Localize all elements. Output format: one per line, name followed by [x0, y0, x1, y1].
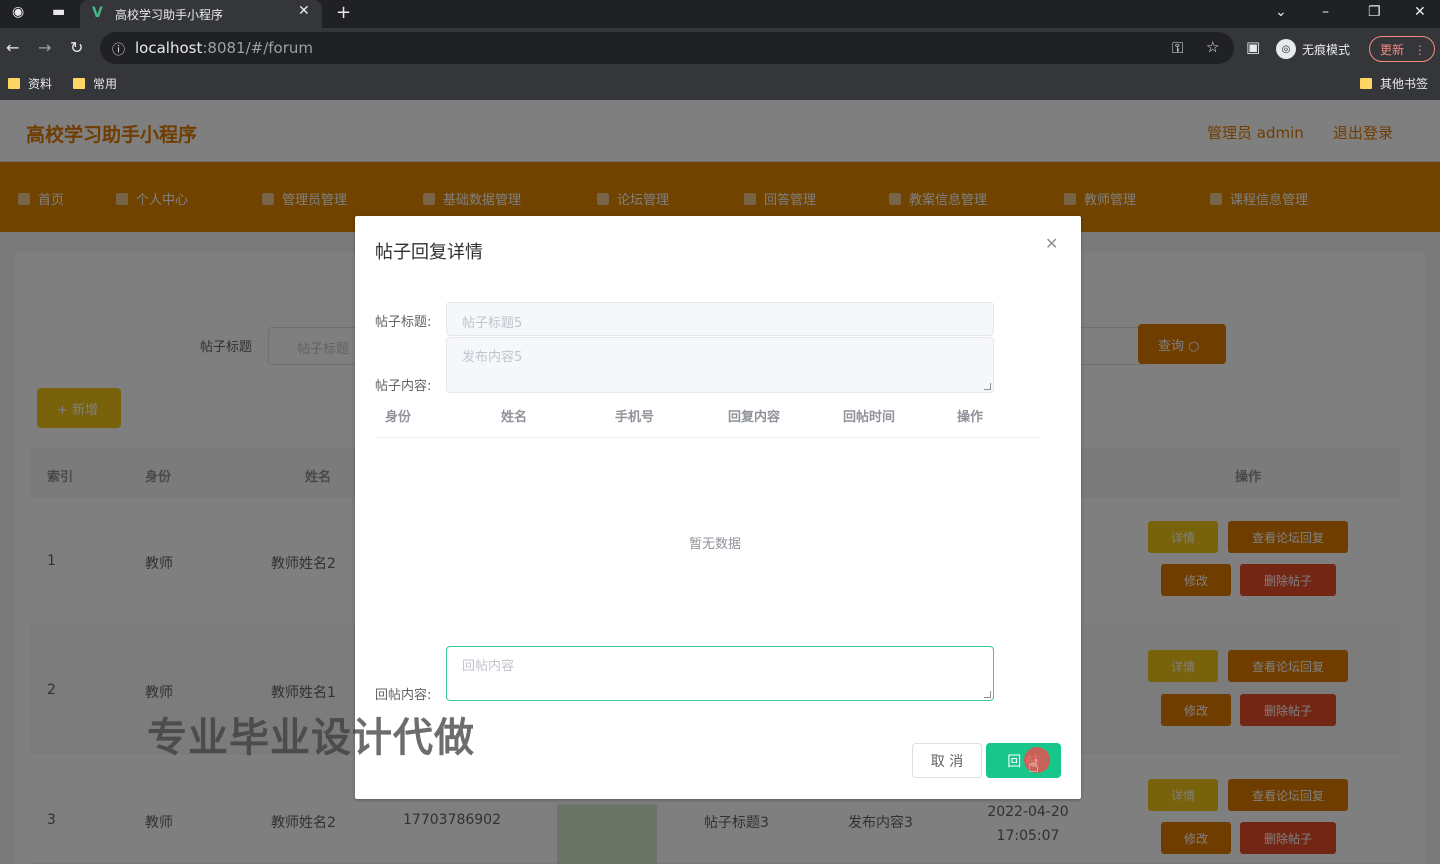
tab-search-icon[interactable]: ⌄ — [1275, 4, 1287, 20]
url-text: localhost:8081/#/forum — [135, 39, 313, 57]
reply-table-header: 身份 姓名 手机号 回复内容 回帖时间 操作 — [375, 394, 1041, 438]
site-info-icon[interactable]: ⓘ — [112, 39, 125, 58]
resize-handle-icon[interactable] — [984, 691, 991, 698]
close-icon[interactable]: ✕ — [1045, 234, 1058, 253]
forward-icon[interactable]: → — [38, 38, 51, 57]
incognito-icon: ◎ — [1276, 39, 1296, 59]
tab-title: 高校学习助手小程序 — [115, 8, 224, 22]
incognito-indicator[interactable]: ◎ 无痕模式 — [1276, 38, 1350, 60]
back-icon[interactable]: ← — [6, 38, 19, 57]
sidebar-icon[interactable]: ▣ — [1246, 38, 1260, 56]
post-title-label: 帖子标题: — [375, 315, 432, 330]
folder-icon — [1360, 78, 1372, 89]
url-input[interactable]: ⓘ localhost:8081/#/forum ⚿ ☆ — [100, 32, 1234, 64]
incognito-label: 无痕模式 — [1302, 42, 1351, 57]
reload-icon[interactable]: ↻ — [70, 38, 83, 57]
bookmarks-bar: 资料 常用 其他书签 — [0, 68, 1440, 100]
browser-tab-bar: ◉ ▬ V 高校学习助手小程序 ✕ + ⌄ – ❐ ✕ — [0, 0, 1440, 28]
column-header: 操作 — [957, 410, 984, 425]
other-bookmarks[interactable]: 其他书签 — [1360, 75, 1428, 92]
browser-tab[interactable]: V 高校学习助手小程序 ✕ — [80, 0, 322, 28]
tab-close-icon[interactable]: ✕ — [298, 3, 310, 19]
vue-logo-icon: V — [92, 5, 103, 21]
column-header: 回复内容 — [728, 410, 781, 425]
minimize-icon[interactable]: – — [1322, 4, 1329, 20]
new-tab-icon[interactable]: + — [336, 2, 351, 23]
reply-content-label: 回帖内容: — [375, 688, 432, 703]
post-content-label: 帖子内容: — [375, 379, 432, 394]
empty-text: 暂无数据 — [689, 537, 742, 552]
watermark-text: 专业毕业设计代做 — [147, 715, 475, 761]
address-bar: ← → ↻ ⓘ localhost:8081/#/forum ⚿ ☆ ▣ — [0, 28, 1440, 68]
bookmark-folder[interactable]: 资料 — [8, 75, 52, 92]
close-window-icon[interactable]: ✕ — [1414, 4, 1426, 20]
tab-list-icon[interactable]: ▬ — [52, 4, 65, 20]
column-header: 手机号 — [615, 410, 655, 425]
update-label: 更新 — [1380, 43, 1405, 57]
resize-handle-icon[interactable] — [984, 383, 991, 390]
post-title-field: 帖子标题5 — [446, 302, 994, 336]
more-menu-icon: ⋮ — [1413, 43, 1426, 57]
column-header: 回帖时间 — [843, 410, 896, 425]
reply-content-input[interactable]: 回帖内容 — [446, 646, 994, 701]
dialog-title: 帖子回复详情 — [375, 242, 483, 263]
bookmark-folder[interactable]: 常用 — [73, 75, 117, 92]
restore-icon[interactable]: ❐ — [1368, 4, 1381, 20]
pointer-cursor-icon: ☝ — [1028, 756, 1039, 777]
update-button[interactable]: 更新 ⋮ — [1369, 36, 1435, 62]
folder-icon — [73, 78, 85, 89]
column-header: 姓名 — [501, 410, 528, 425]
key-icon[interactable]: ⚿ — [1172, 39, 1183, 57]
cancel-button[interactable]: 取 消 — [912, 743, 982, 778]
folder-icon — [8, 78, 20, 89]
post-content-field: 发布内容5 — [446, 337, 994, 393]
column-header: 身份 — [385, 410, 412, 425]
browser-menu-icon[interactable]: ◉ — [12, 4, 24, 20]
bookmark-star-icon[interactable]: ☆ — [1206, 38, 1219, 56]
